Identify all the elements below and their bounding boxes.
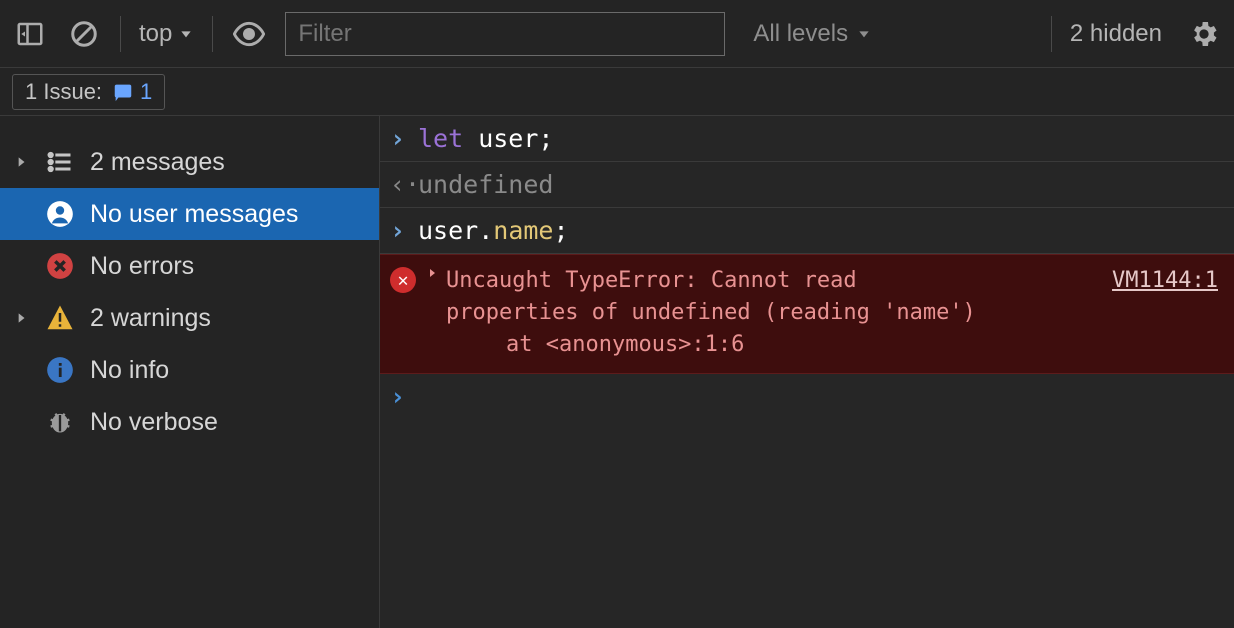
error-title-line2: properties of undefined (reading 'name'): [426, 297, 1218, 329]
issues-label: 1 Issue:: [25, 79, 102, 105]
token-ident: user: [418, 216, 478, 245]
clear-console-icon[interactable]: [66, 16, 102, 52]
sidebar-item-label: No info: [90, 356, 169, 385]
sidebar-item-label: 2 warnings: [90, 304, 211, 333]
sidebar-item-verbose[interactable]: No verbose: [0, 396, 379, 448]
issue-badge: 1: [112, 79, 152, 105]
output-value: undefined: [418, 170, 1222, 199]
token-semi: ;: [554, 216, 569, 245]
toggle-sidebar-icon[interactable]: [12, 16, 48, 52]
bug-icon: [44, 406, 76, 438]
levels-selector[interactable]: All levels: [753, 20, 872, 48]
sidebar-item-info[interactable]: No info: [0, 344, 379, 396]
token-prop: name: [493, 216, 553, 245]
input-prompt-icon: ›: [390, 216, 418, 245]
sidebar-item-label: No user messages: [90, 200, 298, 229]
error-icon: ✕: [390, 267, 416, 293]
console-toolbar: top All levels 2 hidden: [0, 0, 1234, 68]
live-expression-icon[interactable]: [231, 16, 267, 52]
filter-input[interactable]: [285, 12, 725, 56]
token-dot: .: [478, 216, 493, 245]
error-stack: at <anonymous>:1:6: [426, 329, 1218, 361]
token-keyword: let: [418, 124, 463, 153]
console-input-line[interactable]: › let user;: [380, 116, 1234, 162]
levels-label: All levels: [753, 20, 848, 48]
code-line: let user;: [418, 124, 1222, 153]
warning-icon: [44, 302, 76, 334]
hidden-count[interactable]: 2 hidden: [1070, 20, 1162, 48]
user-icon: [44, 198, 76, 230]
sidebar-item-warnings[interactable]: 2 warnings: [0, 292, 379, 344]
settings-icon[interactable]: [1186, 16, 1222, 52]
error-body: Uncaught TypeError: Cannot read VM1144:1…: [426, 265, 1218, 361]
issues-bar: 1 Issue: 1: [0, 68, 1234, 116]
console-output-line[interactable]: ‹· undefined: [380, 162, 1234, 208]
input-prompt-icon: ›: [390, 124, 418, 153]
error-title-line1: Uncaught TypeError: Cannot read: [446, 265, 1082, 297]
chevron-down-icon: [178, 26, 194, 42]
info-icon: [44, 354, 76, 386]
list-icon: [44, 146, 76, 178]
issue-icon: [112, 81, 134, 103]
context-label: top: [139, 20, 172, 48]
error-source-link[interactable]: VM1144:1: [1112, 265, 1218, 297]
console-input-line[interactable]: › user.name;: [380, 208, 1234, 254]
context-selector[interactable]: top: [139, 20, 194, 48]
expand-icon: [12, 155, 30, 169]
console-error[interactable]: ✕ Uncaught TypeError: Cannot read VM1144…: [380, 254, 1234, 374]
expand-icon: [12, 311, 30, 325]
toolbar-divider: [212, 16, 213, 52]
chevron-down-icon: [856, 26, 872, 42]
console-output: › let user; ‹· undefined › user.name; ✕: [380, 116, 1234, 628]
token-ident: user;: [463, 124, 553, 153]
sidebar-item-user-messages[interactable]: No user messages: [0, 188, 379, 240]
issue-count: 1: [140, 79, 152, 105]
sidebar-item-errors[interactable]: No errors: [0, 240, 379, 292]
code-line: user.name;: [418, 216, 1222, 245]
sidebar-item-messages[interactable]: 2 messages: [0, 136, 379, 188]
error-icon: [44, 250, 76, 282]
sidebar-item-label: 2 messages: [90, 148, 225, 177]
console-prompt[interactable]: ›: [380, 374, 1234, 419]
toolbar-divider: [120, 16, 121, 52]
expand-error-icon[interactable]: [426, 267, 440, 279]
issues-button[interactable]: 1 Issue: 1: [12, 74, 165, 110]
sidebar: 2 messages No user messages: [0, 116, 380, 628]
input-prompt-icon: ›: [390, 382, 418, 411]
sidebar-item-label: No verbose: [90, 408, 218, 437]
output-prompt-icon: ‹·: [390, 170, 418, 199]
toolbar-divider: [1051, 16, 1052, 52]
sidebar-item-label: No errors: [90, 252, 194, 281]
main-split: 2 messages No user messages: [0, 116, 1234, 628]
